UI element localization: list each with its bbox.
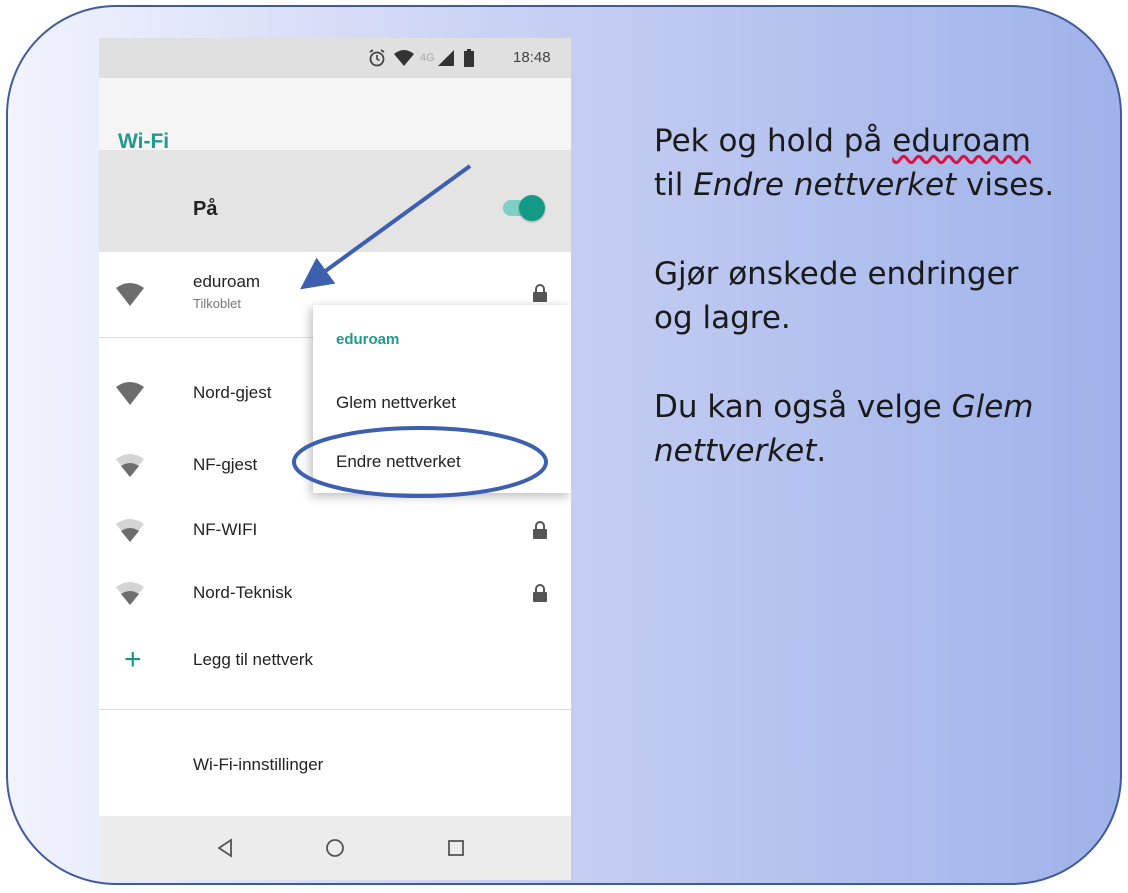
- add-network-label: Legg til nettverk: [193, 650, 314, 669]
- instruction-line: til Endre nettverket vises.: [654, 163, 1120, 207]
- network-name: Nord-Teknisk: [193, 583, 293, 602]
- network-row-nord-teknisk[interactable]: Nord-Teknisk: [99, 561, 571, 625]
- network-row-nf-wifi[interactable]: NF-WIFI: [99, 498, 571, 562]
- slide-card: 4G 18:48 Wi-Fi På eduroam Tilkoblet Nord…: [6, 5, 1122, 885]
- wifi-weak-icon: [116, 454, 144, 477]
- lock-icon: [533, 584, 547, 602]
- network-name: NF-gjest: [193, 455, 258, 474]
- add-network-row[interactable]: + Legg til nettverk: [99, 628, 571, 692]
- network-context-menu: eduroam Glem nettverket Endre nettverket: [313, 305, 571, 493]
- forget-network-item[interactable]: Glem nettverket: [336, 393, 456, 413]
- instruction-line: Gjør ønskede endringer: [654, 256, 1019, 292]
- instruction-paragraph-2: Gjør ønskede endringer og lagre.: [654, 252, 1120, 340]
- wifi-switch-label: På: [193, 198, 218, 220]
- wifi-weak-icon: [116, 582, 144, 605]
- lock-icon: [533, 284, 547, 302]
- instruction-line: nettverket.: [654, 429, 1120, 473]
- back-icon[interactable]: [211, 834, 239, 862]
- instruction-text-span: vises.: [956, 167, 1055, 203]
- wifi-strong-icon: [116, 382, 144, 405]
- recents-icon[interactable]: [442, 834, 470, 862]
- network-status: Tilkoblet: [193, 296, 241, 311]
- phone-screenshot: 4G 18:48 Wi-Fi På eduroam Tilkoblet Nord…: [99, 38, 571, 880]
- wifi-settings-row[interactable]: Wi-Fi-innstillinger: [99, 733, 571, 797]
- battery-icon: [464, 38, 474, 78]
- instruction-text-span: Pek og hold på: [654, 123, 893, 159]
- alarm-icon: [367, 38, 387, 78]
- network-name: eduroam: [193, 272, 261, 291]
- instruction-emphasis: Endre nettverket: [693, 167, 957, 203]
- instruction-paragraph-1: Pek og hold på eduroam til Endre nettver…: [654, 119, 1120, 207]
- wifi-weak-icon: [116, 519, 144, 542]
- network-name: NF-WIFI: [193, 520, 258, 539]
- cell-signal-icon: [438, 38, 454, 78]
- instruction-line: Du kan også velge Glem: [654, 385, 1120, 429]
- status-bar: 4G 18:48: [99, 38, 571, 78]
- instruction-network-name: eduroam: [892, 123, 1031, 159]
- instruction-text-span: Du kan også velge: [654, 389, 952, 425]
- toggle-thumb[interactable]: [519, 195, 545, 221]
- instruction-text: Pek og hold på eduroam til Endre nettver…: [654, 119, 1120, 518]
- wifi-signal-icon: [394, 38, 414, 78]
- navigation-bar: [99, 816, 571, 880]
- plus-icon: +: [124, 643, 142, 676]
- instruction-line: Pek og hold på eduroam: [654, 119, 1120, 163]
- instruction-emphasis: nettverket: [654, 433, 817, 469]
- wifi-master-switch-row[interactable]: På: [99, 150, 571, 252]
- instruction-text-span: til: [654, 167, 694, 203]
- instruction-line: og lagre.: [654, 300, 791, 336]
- wifi-settings-label: Wi-Fi-innstillinger: [193, 755, 324, 774]
- network-name: Nord-gjest: [193, 383, 272, 402]
- wifi-strong-icon: [116, 283, 144, 306]
- instruction-emphasis: Glem: [951, 389, 1034, 425]
- lock-icon: [533, 521, 547, 539]
- context-menu-title: eduroam: [336, 331, 400, 348]
- instruction-paragraph-3: Du kan også velge Glem nettverket.: [654, 385, 1120, 473]
- instruction-text-span: .: [816, 433, 827, 469]
- home-icon[interactable]: [321, 834, 349, 862]
- divider: [99, 709, 571, 710]
- network-type-label: 4G: [420, 52, 435, 64]
- modify-network-item[interactable]: Endre nettverket: [336, 452, 461, 472]
- clock: 18:48: [513, 49, 551, 66]
